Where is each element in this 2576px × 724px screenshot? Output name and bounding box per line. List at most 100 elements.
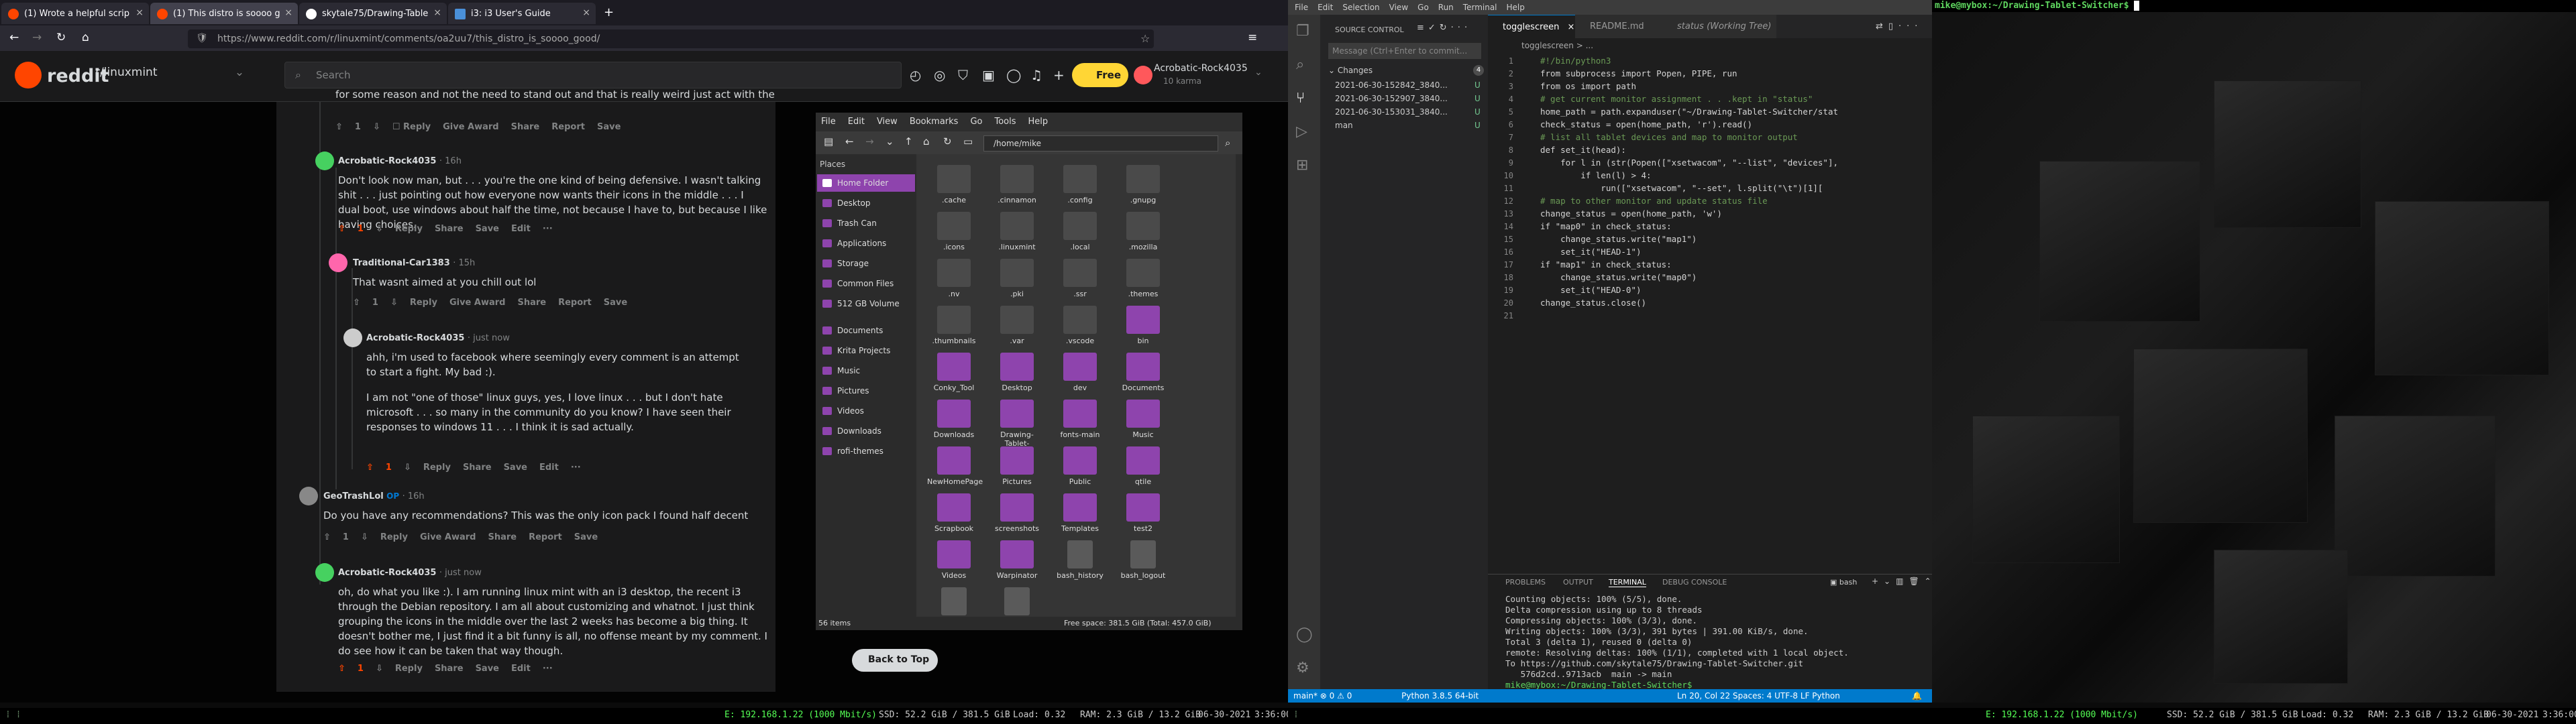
menu-edit[interactable]: Edit	[1318, 3, 1333, 12]
downvote-icon[interactable]: ⇩	[390, 298, 398, 308]
code-line[interactable]: set_it("HEAD-1")	[1540, 247, 1641, 257]
menu-view[interactable]: View	[1389, 3, 1408, 12]
upvote-icon[interactable]: ⇧	[323, 532, 331, 542]
video-icon[interactable]: ▣	[982, 67, 995, 83]
file-item[interactable]: Music	[1116, 400, 1170, 439]
close-icon[interactable]: ×	[433, 7, 441, 18]
file-item[interactable]: Documents	[1116, 353, 1170, 392]
back-icon[interactable]: ←	[845, 135, 854, 147]
avatar[interactable]	[1134, 66, 1152, 84]
menu-file[interactable]: File	[821, 117, 836, 127]
bell-icon[interactable]: 🔔	[1912, 691, 1922, 701]
avatar[interactable]	[343, 328, 362, 347]
sidebar-item-place[interactable]: Storage	[817, 255, 915, 272]
edit-button[interactable]: Edit	[511, 664, 531, 674]
sidebar-item-place[interactable]: Common Files	[817, 275, 915, 292]
new-tab-icon[interactable]: ▤	[824, 135, 833, 147]
file-item[interactable]: bash_logout	[1116, 540, 1170, 580]
more-options-button[interactable]: ···	[571, 463, 581, 473]
downvote-icon[interactable]: ⇩	[361, 532, 368, 542]
chat-icon[interactable]: ◯	[1006, 67, 1021, 83]
places-header[interactable]: Places	[820, 160, 845, 169]
file-item[interactable]: Conky_Tool	[927, 353, 981, 392]
new-tab-icon[interactable]: +	[604, 5, 614, 19]
file-item[interactable]: Warpinator	[990, 540, 1044, 580]
chevron-down-icon[interactable]: ⌄	[1254, 67, 1263, 78]
give-award-button[interactable]: Give Award	[449, 298, 506, 308]
file-item[interactable]: .config	[1053, 165, 1107, 204]
file-item[interactable]: Templates	[1053, 493, 1107, 533]
give-award-button[interactable]: Give Award	[420, 532, 476, 542]
code-line[interactable]: change_status = open(home_path, 'w')	[1540, 208, 1722, 219]
file-item[interactable]: .vscode	[1053, 306, 1107, 345]
editor-scrollbar[interactable]	[1923, 54, 1931, 570]
more-options-button[interactable]: ···	[543, 664, 553, 674]
search-input[interactable]: Search	[284, 62, 902, 88]
sidebar-item-place[interactable]: Pictures	[817, 382, 915, 400]
code-line[interactable]: change_status.close()	[1540, 298, 1646, 308]
file-item[interactable]: .themes	[1116, 259, 1170, 298]
history-icon[interactable]: ⌄	[885, 135, 894, 147]
code-line[interactable]: change_status.write("map1")	[1540, 234, 1697, 244]
editor-actions-icons[interactable]: ⇄▯···	[1876, 21, 1923, 32]
sc-toolbar-icons[interactable]: ≡✓↻···	[1417, 23, 1471, 33]
file-item[interactable]: .nv	[927, 259, 981, 298]
workspace-indicators[interactable]: ⁞	[1293, 710, 1299, 720]
menu-help[interactable]: Help	[1028, 117, 1049, 127]
free-premium-button[interactable]: Free	[1072, 63, 1128, 87]
reply-button[interactable]: ☐ Reply	[392, 122, 431, 132]
file-item[interactable]: NewHomePage	[927, 446, 983, 486]
shield-icon[interactable]: 🛡	[196, 33, 208, 44]
changes-header[interactable]: ⌄ Changes	[1328, 66, 1373, 75]
close-icon[interactable]: ×	[1568, 22, 1575, 32]
file-item[interactable]: Downloads	[927, 400, 981, 439]
code-line[interactable]: change_status.write("map0")	[1540, 272, 1697, 282]
code-line[interactable]: if len(l) > 4:	[1540, 170, 1651, 180]
upvote-icon[interactable]: ⇧	[338, 664, 345, 674]
save-button[interactable]: Save	[476, 224, 499, 234]
home-icon[interactable]: ⌂	[923, 135, 930, 147]
file-item[interactable]: .ssr	[1053, 259, 1107, 298]
downvote-icon[interactable]: ⇩	[373, 122, 380, 132]
reload-icon[interactable]: ↻	[943, 135, 952, 147]
up-icon[interactable]: ↑	[904, 135, 913, 147]
source-control-icon[interactable]: ⑂	[1296, 90, 1305, 107]
editor-position-status[interactable]: Ln 20, Col 22 Spaces: 4 UTF-8 LF Python	[1677, 691, 1840, 701]
code-line[interactable]: if "map1" in check_status:	[1540, 259, 1672, 269]
tab-1[interactable]: (1) Wrote a helpful scrip ×	[1, 3, 149, 24]
run-debug-icon[interactable]: ▷	[1296, 123, 1307, 140]
reply-button[interactable]: Reply	[380, 532, 408, 542]
breadcrumb[interactable]: togglescreen > ...	[1488, 38, 1932, 53]
share-button[interactable]: Share	[435, 664, 464, 674]
edit-button[interactable]: Edit	[511, 224, 531, 234]
shield-icon[interactable]: ⛉	[958, 67, 968, 83]
sidebar-item-place[interactable]: Downloads	[817, 422, 915, 440]
downvote-icon[interactable]: ⇩	[376, 664, 383, 674]
file-item[interactable]: qtile	[1116, 446, 1170, 486]
sidebar-item-place[interactable]: Trash Can	[817, 215, 915, 232]
code-line[interactable]: # map to other monitor and update status…	[1540, 196, 1768, 206]
change-item[interactable]: 2021-06-30-152842_3840... U	[1335, 80, 1481, 90]
home-icon[interactable]: ⌂	[82, 31, 89, 44]
menu-file[interactable]: File	[1295, 3, 1308, 12]
comment-author[interactable]: Acrobatic-Rock4035	[338, 568, 436, 578]
sidebar-item-place[interactable]: Videos	[817, 402, 915, 420]
file-item[interactable]: fonts-main	[1053, 400, 1107, 439]
file-item[interactable]: bin	[1116, 306, 1170, 345]
save-button[interactable]: Save	[604, 298, 627, 308]
reply-button[interactable]: Reply	[410, 298, 437, 308]
code-line[interactable]: # list all tablet devices and map to mon…	[1540, 132, 1798, 142]
menu-go[interactable]: Go	[970, 117, 982, 127]
upvote-icon[interactable]: ⇧	[353, 298, 360, 308]
menu-help[interactable]: Help	[1507, 3, 1525, 12]
search-icon[interactable]: ⌕	[1225, 137, 1230, 149]
file-item[interactable]: screenshots	[990, 493, 1044, 533]
avatar[interactable]	[329, 253, 347, 272]
url-bar[interactable]: https://www.reddit.com/r/linuxmint/comme…	[188, 29, 1154, 48]
reply-button[interactable]: Reply	[395, 664, 423, 674]
gear-icon[interactable]: ⚙	[1296, 660, 1309, 676]
menu-edit[interactable]: Edit	[848, 117, 865, 127]
file-item[interactable]: .local	[1053, 212, 1107, 251]
python-interpreter[interactable]: Python 3.8.5 64-bit	[1401, 691, 1479, 701]
comment-author[interactable]: Traditional-Car1383	[353, 258, 450, 268]
